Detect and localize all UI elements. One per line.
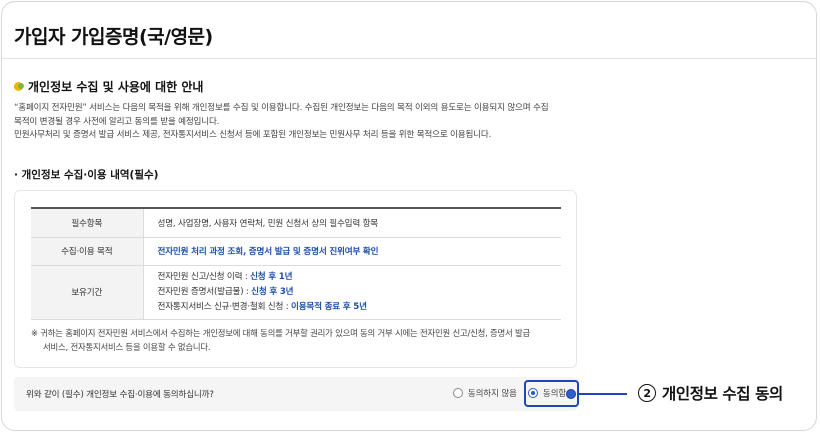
annotation-step-number: 2 <box>638 384 656 402</box>
page-title: 가입자 가입증명(국/영문) <box>14 26 213 48</box>
notice-line: 목적이 변경될 경우 사전에 알리고 동의를 받을 예정입니다. <box>14 116 220 127</box>
consent-question: 위와 같이 (필수) 개인정보 수집·이용에 동의하십니까? <box>26 390 214 400</box>
required-items-value: 성명, 사업장명, 사용자 연락처, 민원 신청서 상의 필수입력 항목 <box>143 207 561 238</box>
table-row-purpose: 수집·이용 목적 전자민원 처리 과정 조회, 증명서 발급 및 증명서 진위여… <box>31 237 561 266</box>
annotation-label: 개인정보 수집 동의 <box>662 385 783 403</box>
required-items-label: 필수항목 <box>31 207 144 238</box>
purpose-label: 수집·이용 목적 <box>31 237 144 266</box>
retention-item: 전자민원 증명서(발급물) : 신청 후 3년 <box>157 286 294 297</box>
table-row-retention: 보유기간 전자민원 신고/신청 이력 : 신청 후 1년 전자민원 증명서(발급… <box>31 265 561 320</box>
collection-details-table: 필수항목 성명, 사업장명, 사용자 연락처, 민원 신청서 상의 필수입력 항… <box>31 207 561 320</box>
notice-line: “홈페이지 전자민원” 서비스는 다음의 목적을 위해 개인정보를 수집 및 이… <box>14 103 549 113</box>
title-divider <box>2 58 816 59</box>
disagree-label: 동의하지 않음 <box>468 388 517 398</box>
label-tag-icon <box>14 82 24 91</box>
purpose-value: 전자민원 처리 과정 조회, 증명서 발급 및 증명서 진위여부 확인 <box>157 247 379 257</box>
consent-bar: 위와 같이 (필수) 개인정보 수집·이용에 동의하십니까? 동의하지 않음 동… <box>14 377 577 411</box>
annotation-pointer-dot <box>566 389 576 399</box>
refusal-footnote: ※ 귀하는 홈페이지 전자민원 서비스에서 수집하는 개인정보에 대해 동의를 … <box>31 327 571 354</box>
notice-heading: 개인정보 수집 및 사용에 대한 안내 <box>14 78 203 95</box>
disagree-option[interactable]: 동의하지 않음 <box>453 387 517 399</box>
notice-heading-text: 개인정보 수집 및 사용에 대한 안내 <box>28 80 204 94</box>
retention-values: 전자민원 신고/신청 이력 : 신청 후 1년 전자민원 증명서(발급물) : … <box>143 265 561 320</box>
application-window: 가입자 가입증명(국/영문) 개인정보 수집 및 사용에 대한 안내 “홈페이지… <box>1 1 817 431</box>
retention-item: 전자통지서비스 신규·변경·철회 신청 : 이용목적 종료 후 5년 <box>157 301 367 312</box>
disagree-radio[interactable] <box>453 388 463 398</box>
annotation-callout: 2 개인정보 수집 동의 <box>638 382 783 404</box>
footnote-line: ※ 귀하는 홈페이지 전자민원 서비스에서 수집하는 개인정보에 대해 동의를 … <box>31 328 531 338</box>
retention-item: 전자민원 신고/신청 이력 : 신청 후 1년 <box>157 271 293 282</box>
notice-body: “홈페이지 전자민원” 서비스는 다음의 목적을 위해 개인정보를 수집 및 이… <box>14 102 574 143</box>
collection-section-heading: · 개인정보 수집·이용 내역(필수) <box>14 169 159 181</box>
footnote-line: 서비스, 전자통지서비스 등을 이용할 수 없습니다. <box>43 341 211 352</box>
collection-details-card: 필수항목 성명, 사업장명, 사용자 연락처, 민원 신청서 상의 필수입력 항… <box>14 190 577 368</box>
retention-label: 보유기간 <box>31 265 144 320</box>
annotation-connector-line <box>579 393 627 395</box>
table-row-required-items: 필수항목 성명, 사업장명, 사용자 연락처, 민원 신청서 상의 필수입력 항… <box>31 207 561 238</box>
notice-line: 민원사무처리 및 증명서 발급 서비스 제공, 전자통지서비스 신청서 등에 포… <box>14 130 492 140</box>
